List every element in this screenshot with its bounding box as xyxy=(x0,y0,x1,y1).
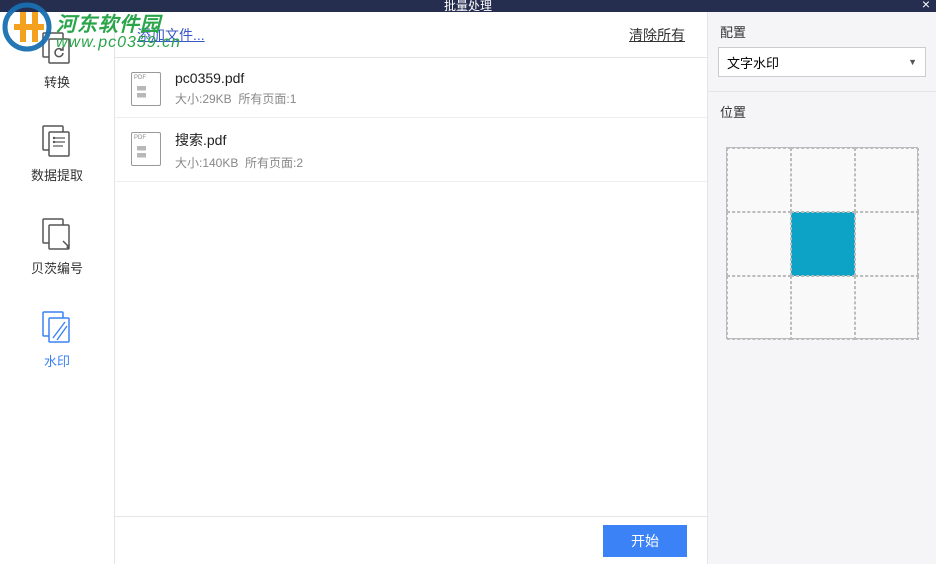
sidebar-item-label: 水印 xyxy=(44,351,70,370)
position-middle-left[interactable] xyxy=(727,212,791,276)
position-bottom-left[interactable] xyxy=(727,276,791,340)
close-icon[interactable]: × xyxy=(922,0,930,10)
start-button[interactable]: 开始 xyxy=(603,525,687,557)
position-bottom-center[interactable] xyxy=(791,276,855,340)
watermark-type-select[interactable]: 文字水印 ▼ xyxy=(718,47,926,77)
position-top-left[interactable] xyxy=(727,148,791,212)
extract-icon xyxy=(37,123,77,159)
watermark-icon xyxy=(37,309,77,345)
position-grid xyxy=(726,147,918,339)
position-middle-right[interactable] xyxy=(855,212,919,276)
position-top-center[interactable] xyxy=(791,148,855,212)
position-center[interactable] xyxy=(791,212,855,276)
config-label: 配置 xyxy=(708,12,936,47)
add-file-link[interactable]: 添加文件... xyxy=(137,25,205,45)
window-title: 批量处理 xyxy=(444,0,492,13)
file-meta: 大小:29KB 所有页面:1 xyxy=(175,90,296,107)
main-content: 转换 数据提取 贝茨编号 水印 添加文件... 清除所有 xyxy=(0,12,936,564)
pdf-file-icon xyxy=(131,132,161,166)
clear-all-link[interactable]: 清除所有 xyxy=(629,25,685,45)
file-row[interactable]: pc0359.pdf 大小:29KB 所有页面:1 xyxy=(115,58,707,118)
sidebar-item-bates[interactable]: 贝茨编号 xyxy=(0,198,114,291)
file-name: 搜索.pdf xyxy=(175,130,303,150)
position-top-right[interactable] xyxy=(855,148,919,212)
main-toolbar: 添加文件... 清除所有 xyxy=(115,12,707,58)
file-info: pc0359.pdf 大小:29KB 所有页面:1 xyxy=(175,70,296,107)
pdf-file-icon xyxy=(131,72,161,106)
position-grid-wrap xyxy=(708,127,936,359)
sidebar-item-convert[interactable]: 转换 xyxy=(0,12,114,105)
sidebar-item-extract[interactable]: 数据提取 xyxy=(0,105,114,198)
select-value: 文字水印 xyxy=(727,53,779,72)
config-select-wrap: 文字水印 ▼ xyxy=(708,47,936,92)
file-meta: 大小:140KB 所有页面:2 xyxy=(175,154,303,171)
file-name: pc0359.pdf xyxy=(175,70,296,86)
file-list: pc0359.pdf 大小:29KB 所有页面:1 搜索.pdf 大小:140K… xyxy=(115,58,707,516)
sidebar-item-label: 转换 xyxy=(44,72,70,91)
position-label: 位置 xyxy=(708,92,936,127)
bates-icon xyxy=(37,216,77,252)
sidebar-item-label: 贝茨编号 xyxy=(31,258,83,277)
footer-bar: 开始 xyxy=(115,516,707,564)
position-bottom-right[interactable] xyxy=(855,276,919,340)
sidebar-item-watermark[interactable]: 水印 xyxy=(0,291,114,384)
sidebar: 转换 数据提取 贝茨编号 水印 xyxy=(0,12,115,564)
sidebar-item-label: 数据提取 xyxy=(31,165,83,184)
right-panel: 配置 文字水印 ▼ 位置 xyxy=(708,12,936,564)
convert-icon xyxy=(37,30,77,66)
file-info: 搜索.pdf 大小:140KB 所有页面:2 xyxy=(175,130,303,171)
main-panel: 添加文件... 清除所有 pc0359.pdf 大小:29KB 所有页面:1 搜… xyxy=(115,12,708,564)
file-row[interactable]: 搜索.pdf 大小:140KB 所有页面:2 xyxy=(115,118,707,182)
title-bar: 批量处理 × xyxy=(0,0,936,12)
chevron-down-icon: ▼ xyxy=(908,57,917,67)
